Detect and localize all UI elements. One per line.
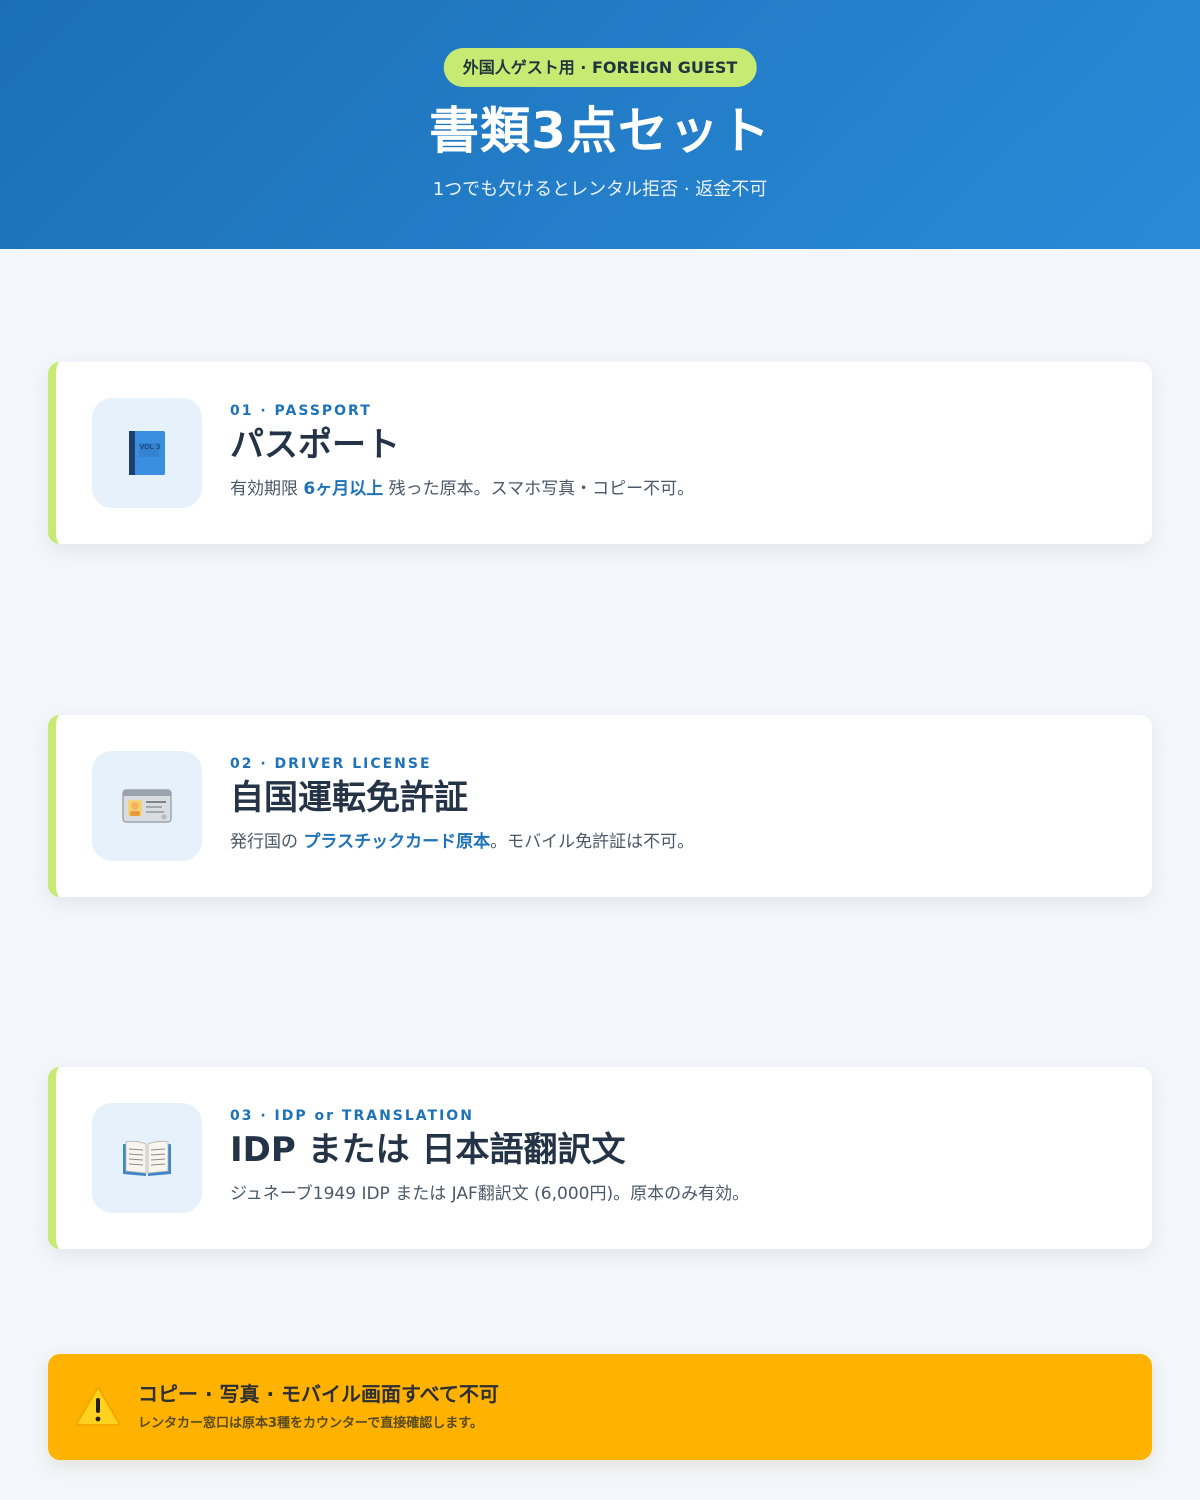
description-highlight: 6ヶ月以上 [303,479,384,499]
warning-icon [75,1386,121,1426]
passport-book-label: VOL 3 [140,443,161,451]
open-book-icon [92,1103,202,1213]
document-description: 有効期限 6ヶ月以上 残った原本。スマホ写真・コピー不可。 [230,476,694,502]
guest-badge: 外国人ゲスト用 · FOREIGN GUEST [443,48,757,87]
id-card-icon [92,751,202,861]
header-banner: 外国人ゲスト用 · FOREIGN GUEST 書類3点セット 1つでも欠けると… [0,0,1200,249]
passport-book-icon: VOL 3 [92,398,202,508]
description-text: 。モバイル免許証は不可。 [490,832,695,852]
document-title: IDP または 日本語翻訳文 [230,1130,626,1170]
document-kicker: 01 · PASSPORT [230,403,372,419]
document-card-passport: VOL 3 01 · PASSPORT パスポート 有効期限 6ヶ月以上 残った… [48,362,1152,544]
warning-banner: コピー · 写真 · モバイル画面すべて不可 レンタカー窓口は原本3種をカウンタ… [48,1354,1152,1460]
warning-title: コピー · 写真 · モバイル画面すべて不可 [138,1382,499,1406]
document-kicker: 02 · DRIVER LICENSE [230,756,432,772]
warning-subtitle: レンタカー窓口は原本3種をカウンターで直接確認します。 [138,1416,483,1431]
description-text: 発行国の [230,832,304,852]
description-text: 残った原本。スマホ写真・コピー不可。 [383,479,695,499]
description-text: 有効期限 [230,479,304,499]
document-card-driver-license: 02 · DRIVER LICENSE 自国運転免許証 発行国の プラスチックカ… [48,715,1152,897]
description-text: ジュネーブ1949 IDP または JAF翻訳文 (6,000円)。原本のみ有効… [230,1184,750,1204]
document-description: ジュネーブ1949 IDP または JAF翻訳文 (6,000円)。原本のみ有効… [230,1181,749,1207]
description-highlight: プラスチックカード原本 [303,832,491,852]
document-description: 発行国の プラスチックカード原本。モバイル免許証は不可。 [230,829,694,855]
document-card-idp: 03 · IDP or TRANSLATION IDP または 日本語翻訳文 ジ… [48,1067,1152,1249]
document-kicker: 03 · IDP or TRANSLATION [230,1108,474,1124]
page-subtitle: 1つでも欠けるとレンタル拒否 · 返金不可 [432,179,768,200]
document-title: 自国運転免許証 [230,778,468,818]
document-title: パスポート [230,425,400,465]
page-title: 書類3点セット [429,102,771,160]
